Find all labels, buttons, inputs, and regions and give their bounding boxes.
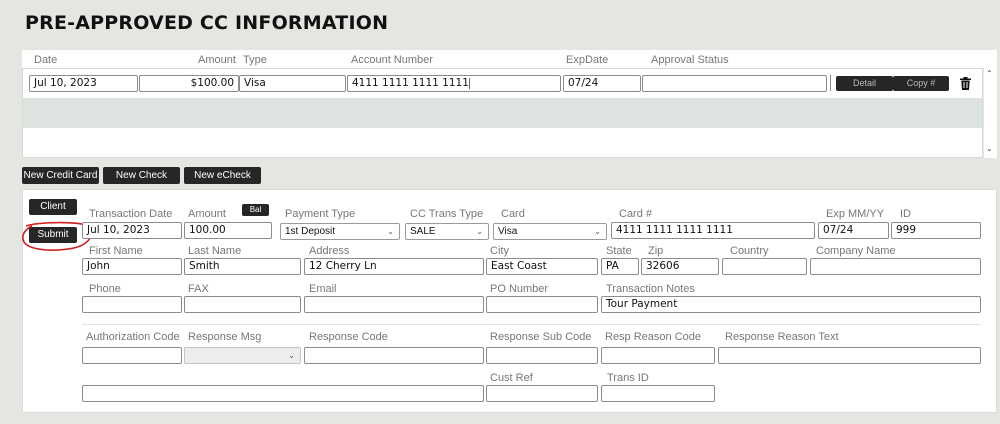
card-number-field[interactable]: 4111 1111 1111 1111 [611, 222, 815, 239]
header-approval-status: Approval Status [651, 54, 729, 66]
empty-row [23, 98, 982, 128]
id-field[interactable]: 999 [891, 222, 981, 239]
label-payment-type: Payment Type [285, 208, 356, 220]
copy-button[interactable]: Copy # [893, 76, 949, 91]
cc-trans-type-select[interactable]: SALE ⌄ [405, 223, 489, 240]
row-exp-field[interactable]: 07/24 [563, 75, 641, 92]
label-response-sub-code: Response Sub Code [490, 331, 592, 343]
amount-field[interactable]: 100.00 [184, 222, 272, 239]
last-name-field[interactable]: Smith [184, 258, 301, 275]
label-resp-reason-code: Resp Reason Code [605, 331, 702, 343]
row-account-value: 4111 1111 1111 1111 [352, 77, 469, 89]
row-approval-field[interactable] [642, 75, 827, 92]
label-fax: FAX [188, 283, 209, 295]
label-last-name: Last Name [188, 245, 242, 257]
label-address: Address [309, 245, 350, 257]
row-type-field[interactable]: Visa [239, 75, 346, 92]
header-account-number: Account Number [351, 54, 433, 66]
transaction-date-field[interactable]: Jul 10, 2023 [82, 222, 182, 239]
balance-button[interactable]: Bal [242, 204, 269, 216]
first-name-field[interactable]: John [82, 258, 182, 275]
address-field[interactable]: 12 Cherry Ln [304, 258, 484, 275]
label-card: Card [501, 208, 525, 220]
label-state: State [606, 245, 632, 257]
new-echeck-button[interactable]: New eCheck [184, 167, 261, 184]
city-field[interactable]: East Coast [486, 258, 598, 275]
response-sub-code-field[interactable] [486, 347, 598, 364]
payment-type-value: 1st Deposit [285, 226, 336, 237]
new-credit-card-button[interactable]: New Credit Card [22, 167, 99, 184]
chevron-down-icon: ⌄ [387, 227, 394, 236]
trash-icon[interactable] [960, 77, 971, 90]
label-amount: Amount [188, 208, 226, 220]
transaction-notes-field[interactable]: Tour Payment [601, 296, 981, 313]
client-button[interactable]: Client [29, 199, 77, 215]
label-authorization-code: Authorization Code [86, 331, 180, 343]
detail-button[interactable]: Detail [836, 76, 893, 91]
po-number-field[interactable] [486, 296, 598, 313]
long-blank-field[interactable] [82, 385, 484, 402]
cc-trans-type-value: SALE [410, 226, 436, 237]
label-response-reason-text: Response Reason Text [725, 331, 839, 343]
state-field[interactable]: PA [601, 258, 639, 275]
response-code-field[interactable] [304, 347, 484, 364]
header-amount: Amount [198, 54, 236, 66]
new-check-button[interactable]: New Check [103, 167, 180, 184]
page-title: PRE-APPROVED CC INFORMATION [25, 12, 389, 34]
label-cust-ref: Cust Ref [490, 372, 533, 384]
label-response-msg: Response Msg [188, 331, 262, 343]
label-phone: Phone [89, 283, 121, 295]
header-date: Date [34, 54, 58, 66]
card-value: Visa [498, 226, 518, 237]
phone-field[interactable] [82, 296, 182, 313]
label-zip: Zip [648, 245, 664, 257]
header-exp-date: ExpDate [566, 54, 609, 66]
text-cursor [469, 78, 470, 89]
chevron-down-icon: ⌄ [594, 227, 601, 236]
scroll-down-icon[interactable]: ⌄ [986, 144, 993, 153]
chevron-down-icon: ⌄ [476, 227, 483, 236]
authorization-code-field[interactable] [82, 347, 182, 364]
row-amount-field[interactable]: $100.00 [139, 75, 239, 92]
response-reason-text-field[interactable] [718, 347, 981, 364]
form-divider [82, 324, 981, 325]
trans-id-field[interactable] [601, 385, 715, 402]
list-scrollbar[interactable]: ⌃ ⌄ [983, 68, 996, 158]
label-po-number: PO Number [490, 283, 549, 295]
response-msg-select[interactable]: ⌄ [184, 347, 301, 364]
resp-reason-code-field[interactable] [601, 347, 715, 364]
label-trans-id: Trans ID [607, 372, 649, 384]
chevron-down-icon: ⌄ [288, 351, 295, 360]
label-response-code: Response Code [309, 331, 388, 343]
label-email: Email [309, 283, 337, 295]
label-first-name: First Name [89, 245, 143, 257]
exp-field[interactable]: 07/24 [818, 222, 889, 239]
label-card-number: Card # [619, 208, 653, 220]
payment-type-select[interactable]: 1st Deposit ⌄ [280, 223, 400, 240]
label-cc-trans-type: CC Trans Type [410, 208, 484, 220]
label-city: City [490, 245, 509, 257]
label-company-name: Company Name [816, 245, 896, 257]
country-field[interactable] [722, 258, 807, 275]
email-field[interactable] [304, 296, 484, 313]
card-select[interactable]: Visa ⌄ [493, 223, 607, 240]
label-exp: Exp MM/YY [826, 208, 885, 220]
zip-field[interactable]: 32606 [641, 258, 719, 275]
label-id: ID [900, 208, 911, 220]
row-separator [830, 75, 831, 91]
cust-ref-field[interactable] [486, 385, 598, 402]
label-country: Country [730, 245, 769, 257]
row-date-field[interactable]: Jul 10, 2023 [29, 75, 138, 92]
label-transaction-notes: Transaction Notes [606, 283, 695, 295]
label-transaction-date: Transaction Date [89, 208, 173, 220]
header-type: Type [243, 54, 267, 66]
fax-field[interactable] [184, 296, 301, 313]
scroll-up-icon[interactable]: ⌃ [986, 69, 993, 78]
company-name-field[interactable] [810, 258, 981, 275]
row-account-field[interactable]: 4111 1111 1111 1111 [347, 75, 561, 92]
